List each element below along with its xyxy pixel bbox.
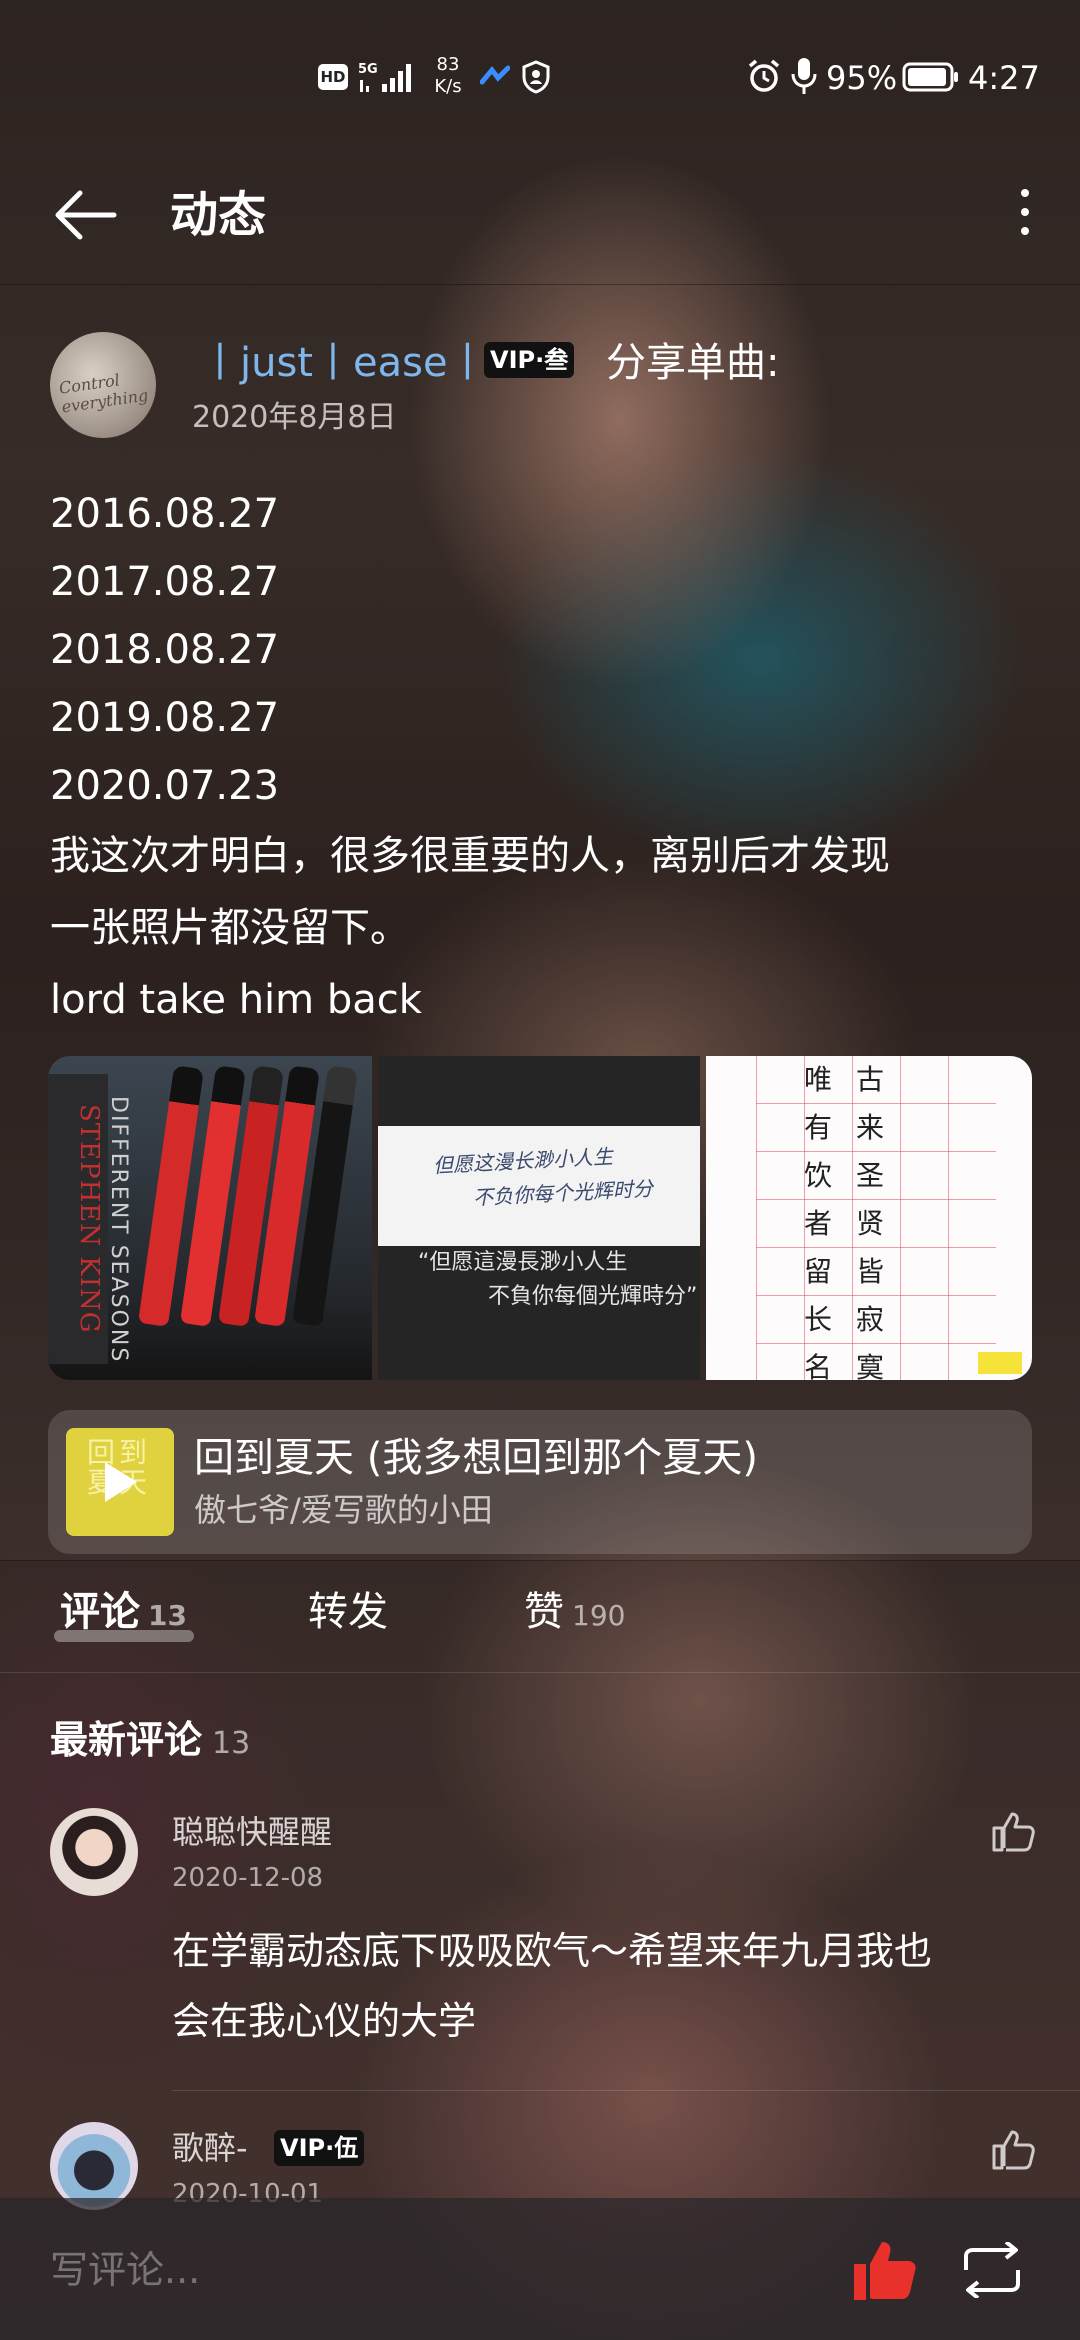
hd-indicator: HD bbox=[318, 64, 348, 90]
like-icon[interactable] bbox=[852, 2238, 918, 2302]
section-divider bbox=[0, 1560, 1080, 1561]
post-date: 2020年8月8日 bbox=[192, 400, 397, 435]
post-date-line: 2016.08.27 bbox=[50, 491, 280, 537]
vpn-shield-icon bbox=[522, 60, 550, 94]
post-image-pens[interactable]: STEPHEN KING DIFFERENT SEASONS bbox=[48, 1056, 372, 1380]
comment-avatar[interactable] bbox=[50, 1808, 138, 1896]
signal-icon: 5G bbox=[358, 62, 411, 92]
post-image-grid: STEPHEN KING DIFFERENT SEASONS 但愿这漫长渺小人生… bbox=[48, 1056, 1032, 1380]
network-speed: 83 K/s bbox=[434, 54, 462, 97]
comment-avatar[interactable] bbox=[50, 2122, 138, 2210]
shared-song-card[interactable]: 回到夏天 回到夏天 (我多想回到那个夏天) 傲七爷/爱写歌的小田 bbox=[48, 1410, 1032, 1554]
author-username[interactable]: 丨just丨ease丨 bbox=[200, 335, 488, 391]
image-caption: “但愿這漫長渺小人生 不負你每個光輝時分” bbox=[418, 1250, 698, 1309]
song-artist: 傲七爷/爱写歌的小田 bbox=[194, 1491, 493, 1529]
post-text: 2016.08.27 2017.08.27 2018.08.27 2019.08… bbox=[50, 480, 1030, 1036]
comment-date: 2020-12-08 bbox=[172, 1863, 324, 1893]
post-date-line: 2019.08.27 bbox=[50, 695, 280, 741]
post-text-line: 我这次才明白，很多很重要的人，离别后才发现 bbox=[50, 833, 890, 879]
author-avatar[interactable]: Control everything bbox=[50, 332, 156, 438]
share-song-label: 分享单曲: bbox=[606, 340, 780, 386]
header-divider bbox=[0, 284, 1080, 285]
data-saver-icon bbox=[480, 65, 510, 85]
post-image-quote[interactable]: 但愿这漫长渺小人生 不负你每个光辉时分 “但愿這漫長渺小人生 不負你每個光輝時分… bbox=[378, 1056, 700, 1380]
latest-comments-heading: 最新评论 13 bbox=[50, 1718, 251, 1762]
comment-like-icon[interactable] bbox=[990, 2126, 1036, 2172]
song-cover: 回到夏天 bbox=[66, 1428, 174, 1536]
svg-text:5G: 5G bbox=[358, 62, 378, 77]
play-icon[interactable] bbox=[105, 1462, 137, 1502]
clock: 4:27 bbox=[968, 59, 1040, 97]
post-image-calligraphy[interactable]: 唯有饮者留长名 古来圣贤皆寂寞 bbox=[706, 1056, 1032, 1380]
post-text-line: 一张照片都没留下。 bbox=[50, 905, 410, 951]
comment-author[interactable]: 聪聪快醒醒 bbox=[172, 1810, 332, 1854]
more-options-icon[interactable] bbox=[1010, 178, 1040, 248]
comment-like-icon[interactable] bbox=[990, 1808, 1036, 1854]
tab-likes[interactable]: 赞 190 bbox=[524, 1582, 625, 1646]
top-app-bar: 动态 bbox=[0, 150, 1080, 285]
post-date-line: 2020.07.23 bbox=[50, 763, 280, 809]
bottom-action-bar bbox=[0, 2198, 1080, 2340]
back-arrow-icon[interactable] bbox=[50, 180, 120, 250]
battery-percent: 95% bbox=[826, 59, 898, 97]
comment-text: 在学霸动态底下吸吸欧气～希望来年九月我也 会在我心仪的大学 bbox=[172, 1929, 933, 2043]
battery-icon bbox=[902, 62, 958, 92]
vip-badge: VIP·伍 bbox=[274, 2130, 365, 2166]
tab-comments[interactable]: 评论 13 bbox=[60, 1582, 187, 1646]
repost-icon[interactable] bbox=[960, 2242, 1024, 2298]
microphone-icon bbox=[791, 58, 817, 94]
song-title: 回到夏天 (我多想回到那个夏天) bbox=[194, 1435, 758, 1481]
page-title: 动态 bbox=[170, 187, 267, 243]
comment-author[interactable]: 歌醉- bbox=[172, 2126, 248, 2170]
vip-badge: VIP·叁 bbox=[484, 342, 575, 378]
handwritten-card: 但愿这漫长渺小人生 不负你每个光辉时分 bbox=[378, 1126, 700, 1246]
calligraphy-column-left: 唯有饮者留长名 bbox=[803, 1063, 832, 1380]
book-spine: STEPHEN KING bbox=[48, 1074, 108, 1364]
sticky-note bbox=[978, 1352, 1022, 1374]
comment-divider bbox=[172, 2090, 1080, 2091]
alarm-icon bbox=[748, 59, 780, 92]
post-date-line: 2017.08.27 bbox=[50, 559, 280, 605]
calligraphy-column-right: 古来圣贤皆寂寞 bbox=[855, 1063, 884, 1380]
tab-reposts[interactable]: 转发 bbox=[308, 1582, 388, 1642]
tabs-divider bbox=[0, 1672, 1080, 1673]
post-date-line: 2018.08.27 bbox=[50, 627, 280, 673]
status-bar: HD 5G 83 K/s 95% 4:27 bbox=[0, 0, 1080, 150]
comment-input[interactable] bbox=[50, 2242, 550, 2298]
post-text-line: lord take him back bbox=[50, 977, 422, 1023]
